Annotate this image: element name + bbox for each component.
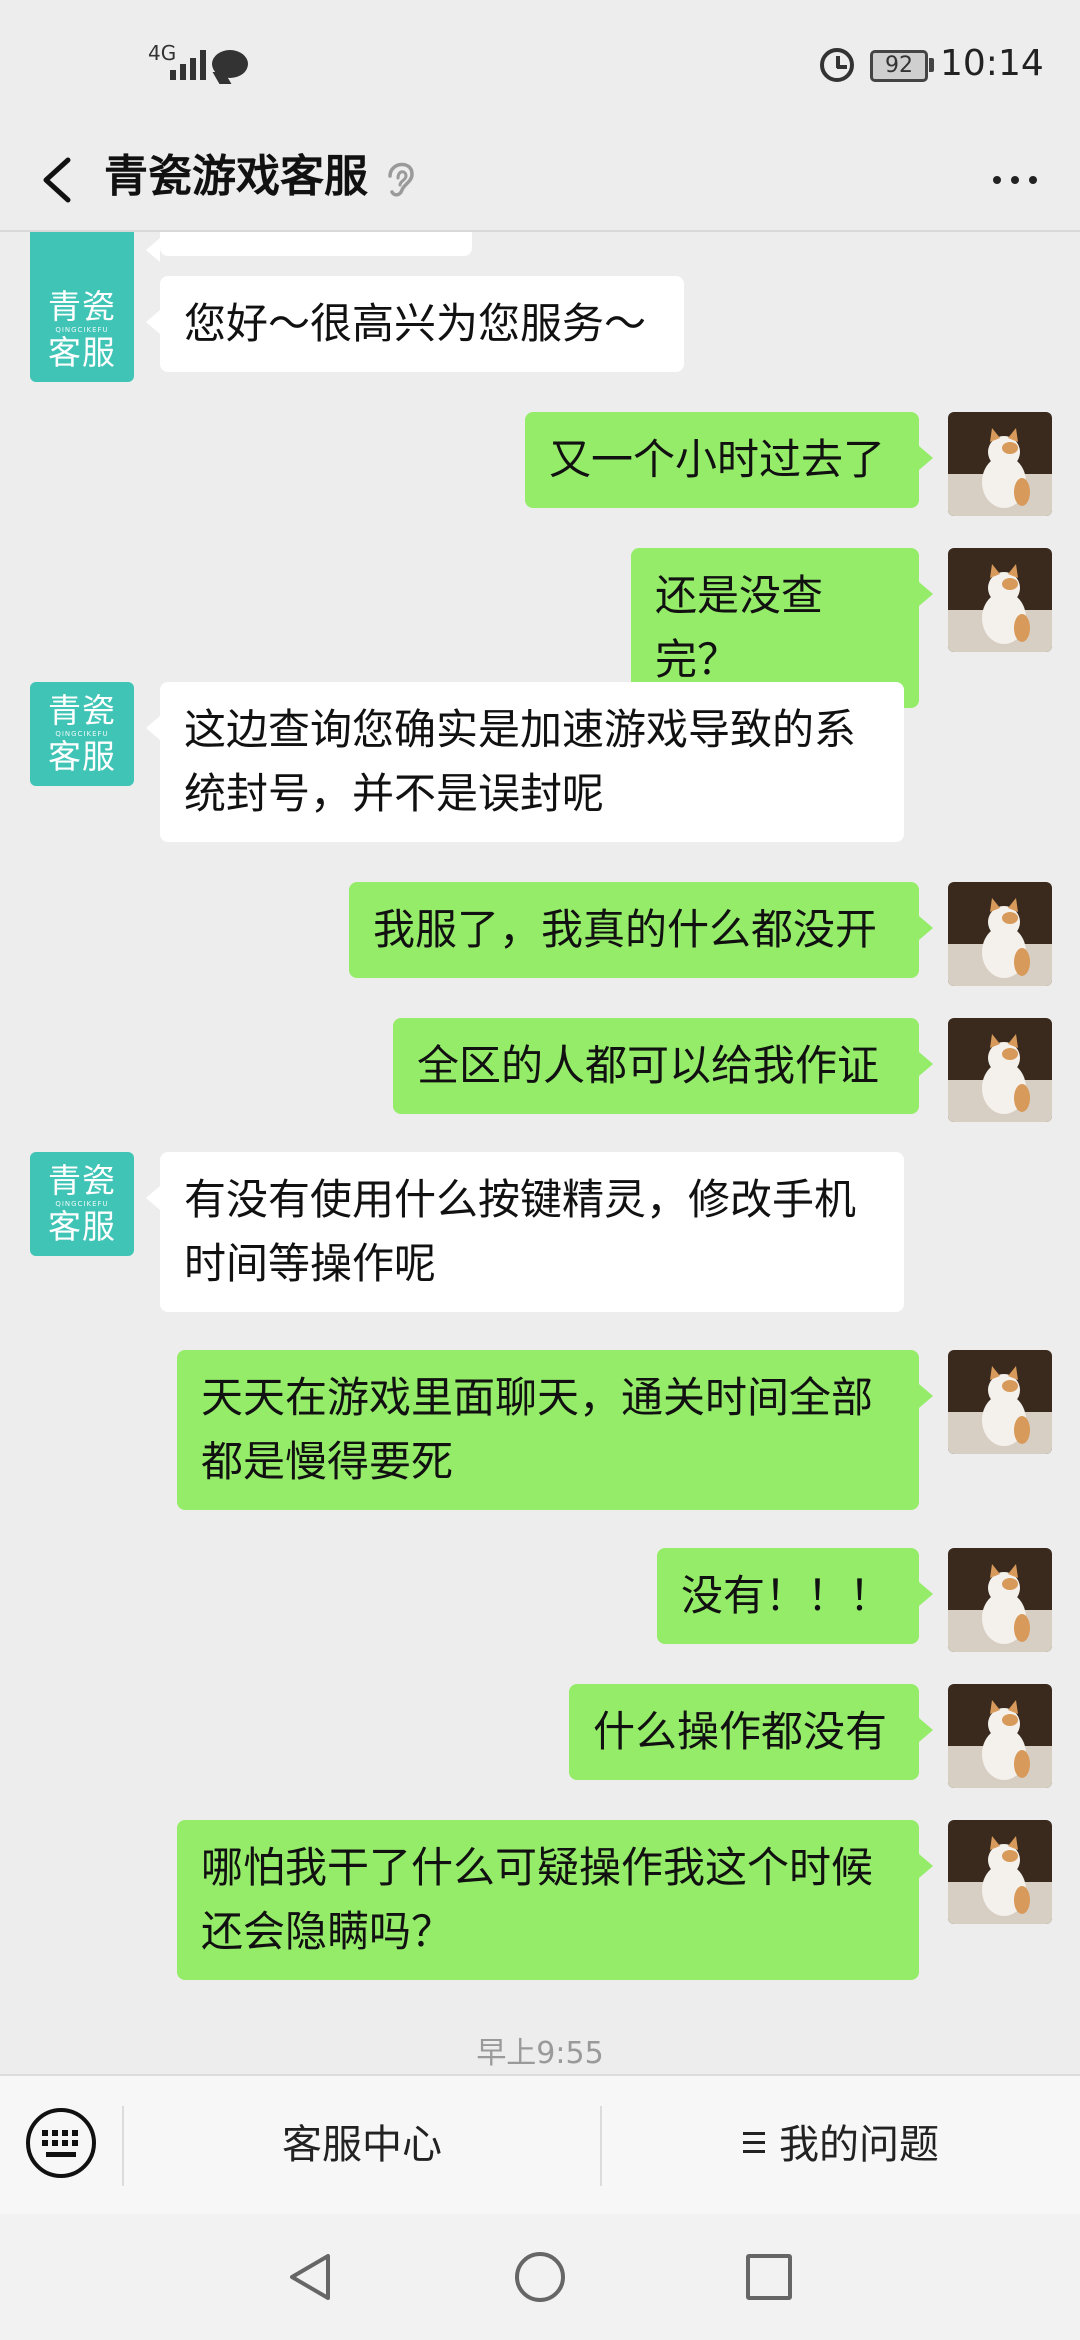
service-menu-bar: 客服中心 我的问题 [0,2074,1080,2214]
cs-avatar[interactable]: 青瓷 QINGCIKEFU 客服 [30,1152,134,1256]
clock: 10:14 [940,43,1044,84]
ear-icon [380,150,420,206]
my-message-bubble[interactable]: 我服了，我真的什么都没开 [349,882,933,978]
menu-my-questions[interactable]: 我的问题 [602,2076,1080,2214]
user-avatar[interactable] [948,882,1052,986]
message-timestamp: 早上9:55 [476,2036,604,2071]
user-avatar[interactable] [948,1684,1052,1788]
keyboard-icon [42,2130,80,2146]
cs-message-bubble[interactable]: 有没有使用什么按键精灵，修改手机时间等操作呢 [146,1152,904,1312]
battery-tip [929,58,934,72]
menu-service-center[interactable]: 客服中心 [124,2076,600,2214]
chat-header: 青瓷游戏客服 [0,130,1080,232]
cs-avatar[interactable]: 青瓷 QINGCIKEFU 客服 [30,682,134,786]
user-avatar[interactable] [948,412,1052,516]
my-message-bubble[interactable]: 天天在游戏里面聊天，通关时间全部都是慢得要死 [177,1350,933,1510]
my-message-bubble[interactable]: 全区的人都可以给我作证 [393,1018,933,1114]
chat-title: 青瓷游戏客服 [104,151,368,202]
nav-back-button[interactable] [288,2252,332,2302]
user-avatar[interactable] [948,1350,1052,1454]
message-bubble-partial [146,232,472,262]
user-avatar[interactable] [948,548,1052,652]
cs-message-bubble[interactable]: 这边查询您确实是加速游戏导致的系统封号，并不是误封呢 [146,682,904,842]
user-avatar[interactable] [948,1018,1052,1122]
my-message-bubble[interactable]: 没有！！！ [657,1548,933,1644]
chat-area[interactable]: 青瓷 QINGCIKEFU 客服 您好～很高兴为您服务～ 又一个小时过去了 还是… [0,232,1080,2074]
cs-avatar[interactable]: 青瓷 QINGCIKEFU 客服 [30,278,134,382]
alarm-icon [820,48,854,82]
my-message-bubble[interactable]: 又一个小时过去了 [525,412,933,508]
submenu-icon [743,2132,765,2154]
my-message-bubble[interactable]: 哪怕我干了什么可疑操作我这个时候还会隐瞒吗？ [177,1820,933,1980]
system-nav-bar [0,2214,1080,2340]
user-avatar[interactable] [948,1820,1052,1924]
more-button[interactable] [980,150,1050,210]
nav-recent-apps-button[interactable] [746,2254,792,2300]
keyboard-toggle-button[interactable] [26,2108,96,2178]
more-dots-icon [993,176,1001,184]
menu-my-questions-label: 我的问题 [779,2122,939,2168]
cs-message-bubble[interactable]: 您好～很高兴为您服务～ [146,276,684,372]
nav-home-button[interactable] [515,2252,565,2302]
menu-service-center-label: 客服中心 [282,2122,442,2168]
back-button[interactable] [26,142,96,218]
message-notification-icon [212,50,248,78]
signal-icon [170,44,206,80]
triangle-back-icon [290,2254,330,2300]
my-message-bubble[interactable]: 什么操作都没有 [569,1684,933,1780]
user-avatar[interactable] [948,1548,1052,1652]
battery-icon: 92 [870,50,928,82]
back-arrow-icon [43,157,71,203]
status-bar: 4G 92 10:14 [0,0,1080,130]
